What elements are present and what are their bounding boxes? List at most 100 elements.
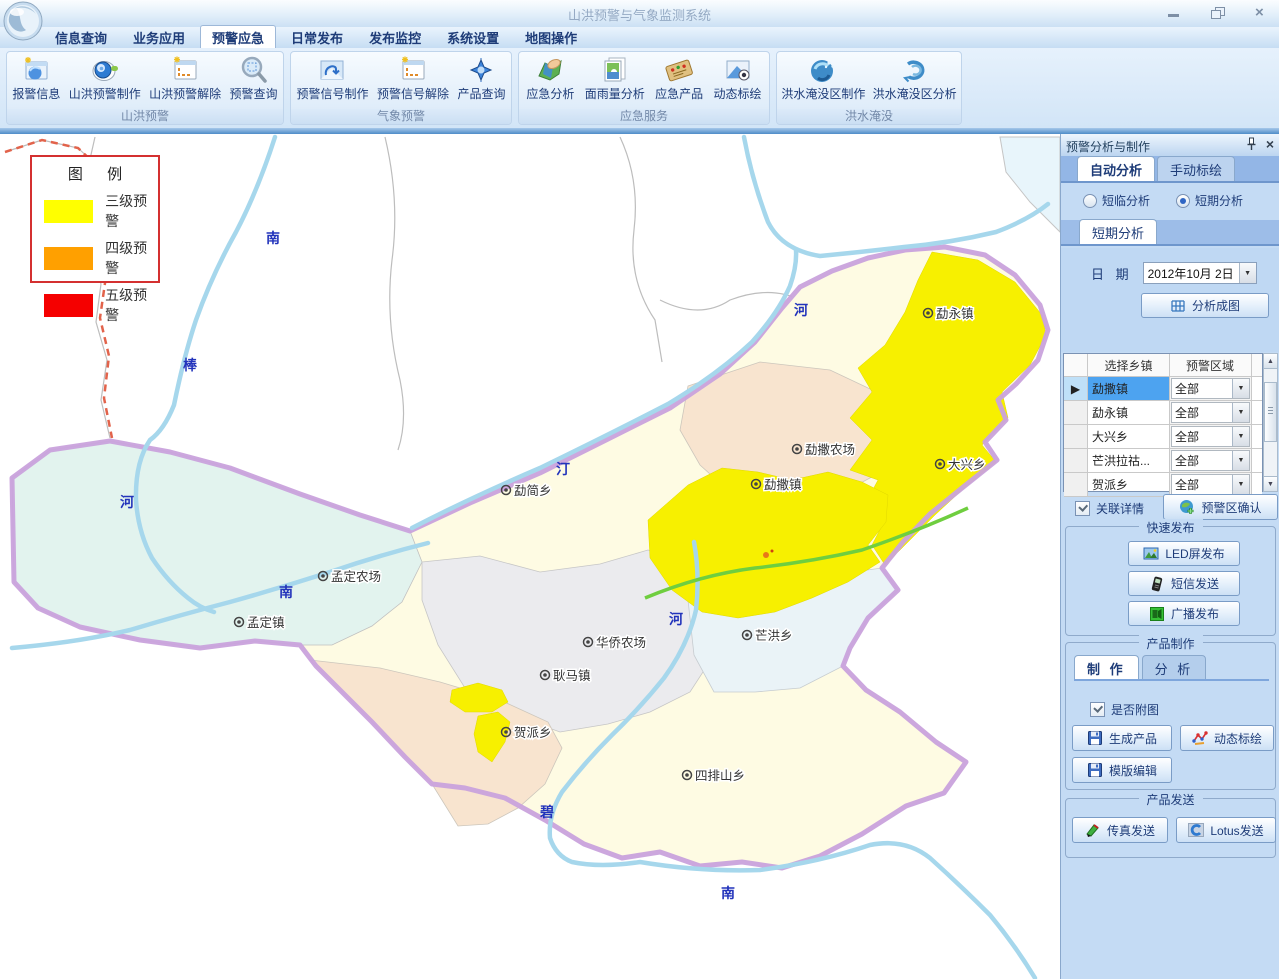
row-selector[interactable] xyxy=(1064,449,1088,472)
radio-shortterm-analysis[interactable] xyxy=(1176,194,1190,208)
restore-button[interactable] xyxy=(1211,7,1225,19)
fax-send-button[interactable]: 传真发送 xyxy=(1072,817,1168,843)
product-make-label: 产品制作 xyxy=(1138,635,1202,652)
svg-text:碧: 碧 xyxy=(539,804,554,820)
dynamic-plot-panel-button[interactable]: 动态标绘 xyxy=(1180,725,1274,751)
table-scrollbar[interactable]: ▲ ▼ xyxy=(1263,353,1278,492)
attach-map-checkbox[interactable] xyxy=(1090,702,1105,717)
chevron-down-icon[interactable]: ▼ xyxy=(1239,263,1256,283)
warning-zone-confirm-button[interactable]: 预警区确认 xyxy=(1163,494,1278,520)
flood-warning-make-button[interactable]: 山洪预警制作 xyxy=(66,54,144,103)
region-dropdown[interactable]: 全部▼ xyxy=(1171,426,1250,447)
dynamic-plot-button[interactable]: 动态标绘 xyxy=(711,54,765,103)
township-cell[interactable]: 勐永镇 xyxy=(1088,401,1170,424)
product-make-group: 产品制作 制 作 分 析 是否附图 生成产品 xyxy=(1065,642,1276,790)
scroll-up-icon[interactable]: ▲ xyxy=(1264,354,1277,369)
alarm-info-button[interactable]: 报警信息 xyxy=(9,54,63,103)
flood-zone-analysis-button[interactable]: 洪水淹没区分析 xyxy=(870,54,960,103)
product-make-tabs: 制 作 分 析 xyxy=(1074,655,1269,681)
broadcast-publish-button[interactable]: 广播发布 xyxy=(1128,601,1240,626)
township-cell[interactable]: 芒洪拉祜... xyxy=(1088,449,1170,472)
table-row[interactable]: ▶ 勐撒镇 全部▼ xyxy=(1064,377,1262,401)
lotus-send-button[interactable]: Lotus发送 xyxy=(1176,817,1276,843)
township-cell[interactable]: 勐撒镇 xyxy=(1088,377,1170,400)
tab-auto-analysis[interactable]: 自动分析 xyxy=(1077,156,1155,181)
menu-tab-map-operation[interactable]: 地图操作 xyxy=(514,26,588,48)
warning-query-button[interactable]: 预警查询 xyxy=(227,54,281,103)
column-header-township[interactable]: 选择乡镇 xyxy=(1088,354,1170,376)
table-row[interactable]: 勐永镇 全部▼ xyxy=(1064,401,1262,425)
table-row[interactable]: 芒洪拉祜... 全部▼ xyxy=(1064,449,1262,473)
region-dropdown[interactable]: 全部▼ xyxy=(1171,402,1250,423)
quick-publish-label: 快速发布 xyxy=(1138,519,1202,536)
ribbon-button-label: 动态标绘 xyxy=(714,85,762,102)
radio-item-nowcast[interactable]: 短临分析 xyxy=(1083,192,1150,209)
township-cell[interactable]: 大兴乡 xyxy=(1088,425,1170,448)
analyze-map-button[interactable]: 分析成图 xyxy=(1141,293,1269,318)
column-header-warning-region[interactable]: 预警区域 xyxy=(1170,354,1252,376)
date-row: 日 期 2012年10月 2日 ▼ xyxy=(1061,262,1279,284)
menu-tab-publish-monitor[interactable]: 发布监控 xyxy=(358,26,432,48)
emergency-product-button[interactable]: 应急产品 xyxy=(652,54,706,103)
menu-tab-daily-publish[interactable]: 日常发布 xyxy=(280,26,354,48)
map-legend: 图 例 三级预警 四级预警 五级预警 xyxy=(30,155,160,283)
svg-text:汀: 汀 xyxy=(556,461,570,477)
template-edit-button[interactable]: 模版编辑 xyxy=(1072,757,1172,783)
menu-tab-system-settings[interactable]: 系统设置 xyxy=(436,26,510,48)
emergency-product-icon xyxy=(663,55,695,85)
menu-tab-warning-emergency[interactable]: 预警应急 xyxy=(200,25,276,48)
emergency-analysis-button[interactable]: 应急分析 xyxy=(523,54,577,103)
menu-tab-business[interactable]: 业务应用 xyxy=(122,26,196,48)
chevron-down-icon[interactable]: ▼ xyxy=(1232,451,1249,470)
subtab-shortterm-analysis[interactable]: 短期分析 xyxy=(1079,219,1157,244)
minimize-button[interactable] xyxy=(1167,7,1181,19)
lotus-send-label: Lotus发送 xyxy=(1210,822,1263,839)
date-dropdown[interactable]: 2012年10月 2日 ▼ xyxy=(1143,262,1257,284)
radio-item-shortterm[interactable]: 短期分析 xyxy=(1176,192,1243,209)
row-selector[interactable] xyxy=(1064,473,1088,496)
scrollbar-thumb[interactable] xyxy=(1264,382,1277,442)
chevron-down-icon[interactable]: ▼ xyxy=(1232,403,1249,422)
row-selector[interactable]: ▶ xyxy=(1064,377,1088,400)
signal-remove-button[interactable]: 预警信号解除 xyxy=(374,54,452,103)
generate-product-button[interactable]: 生成产品 xyxy=(1072,725,1172,751)
region-dropdown[interactable]: 全部▼ xyxy=(1171,474,1250,495)
detail-checkbox[interactable] xyxy=(1075,501,1090,516)
row-selector[interactable] xyxy=(1064,401,1088,424)
tab-make[interactable]: 制 作 xyxy=(1074,655,1139,679)
rain-analysis-button[interactable]: 面雨量分析 xyxy=(582,54,648,103)
plot-polyline-icon xyxy=(1192,730,1208,746)
ribbon-group-label: 气象预警 xyxy=(291,109,511,124)
product-query-button[interactable]: 产品查询 xyxy=(454,54,508,103)
chevron-down-icon[interactable]: ▼ xyxy=(1232,427,1249,446)
scroll-down-icon[interactable]: ▼ xyxy=(1264,476,1277,491)
legend-label-level5: 五级预警 xyxy=(105,285,158,325)
pin-icon[interactable] xyxy=(1247,137,1256,151)
app-window: 山洪预警与气象监测系统 × 信息查询 业务应用 预警应急 日常发布 发布监控 系… xyxy=(0,0,1279,979)
alarm-info-icon xyxy=(20,55,52,85)
chevron-down-icon[interactable]: ▼ xyxy=(1232,475,1249,494)
sms-send-button[interactable]: 短信发送 xyxy=(1128,571,1240,596)
ribbon-button-label: 预警信号制作 xyxy=(296,85,368,102)
map-region-mengding xyxy=(12,441,422,648)
close-button[interactable]: × xyxy=(1255,7,1269,19)
led-publish-button[interactable]: LED屏发布 xyxy=(1128,541,1240,566)
panel-close-icon[interactable]: × xyxy=(1266,137,1274,151)
flood-warning-remove-button[interactable]: 山洪预警解除 xyxy=(146,54,224,103)
menu-bar: 信息查询 业务应用 预警应急 日常发布 发布监控 系统设置 地图操作 xyxy=(0,27,1279,48)
legend-swatch-level3 xyxy=(44,200,93,223)
region-dropdown[interactable]: 全部▼ xyxy=(1171,378,1250,399)
table-row[interactable]: 大兴乡 全部▼ xyxy=(1064,425,1262,449)
radio-nowcast-analysis[interactable] xyxy=(1083,194,1097,208)
flood-zone-make-button[interactable]: 洪水淹没区制作 xyxy=(778,54,868,103)
region-dropdown[interactable]: 全部▼ xyxy=(1171,450,1250,471)
ribbon-button-label: 山洪预警制作 xyxy=(69,85,141,102)
detail-checkbox-row: 关联详情 xyxy=(1075,500,1144,517)
menu-tab-info-query[interactable]: 信息查询 xyxy=(44,26,118,48)
township-cell[interactable]: 贺派乡 xyxy=(1088,473,1170,496)
chevron-down-icon[interactable]: ▼ xyxy=(1232,379,1249,398)
tab-manual-plot[interactable]: 手动标绘 xyxy=(1157,156,1235,181)
row-selector[interactable] xyxy=(1064,425,1088,448)
signal-make-button[interactable]: 预警信号制作 xyxy=(293,54,371,103)
tab-analysis[interactable]: 分 析 xyxy=(1142,655,1207,679)
